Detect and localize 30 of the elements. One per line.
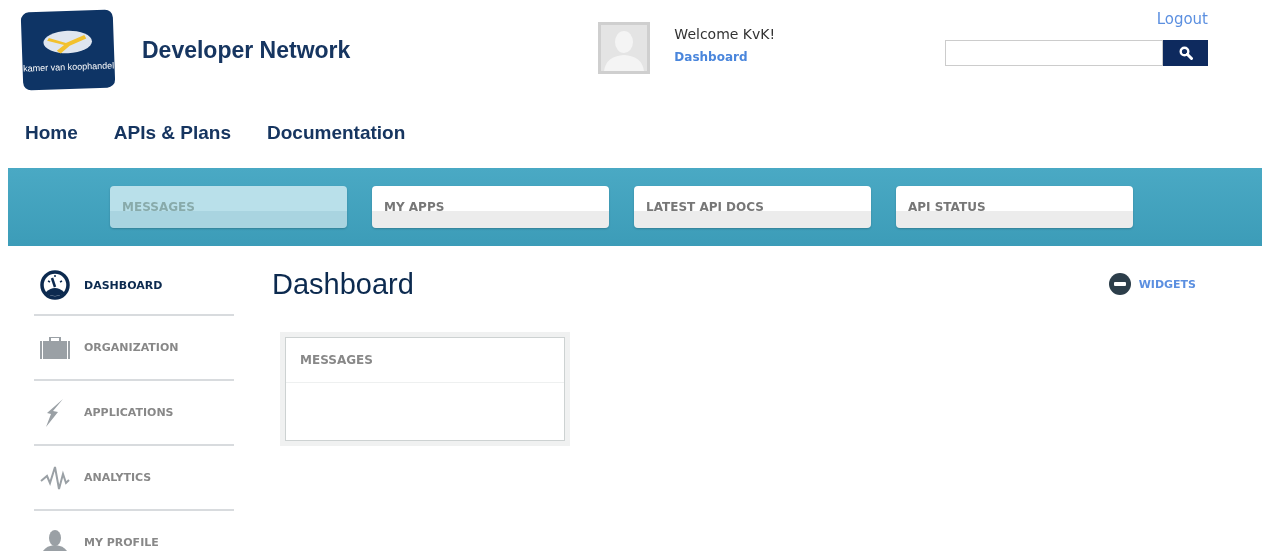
search-button[interactable]: [1163, 40, 1208, 66]
lightning-icon: [45, 398, 65, 427]
person-icon: [40, 529, 70, 551]
sidebar-item[interactable]: ORGANIZATION: [34, 316, 234, 381]
minus-icon: [1108, 273, 1131, 295]
logo-text: kamer van koophandel: [22, 60, 115, 74]
nav-link[interactable]: Documentation: [267, 122, 406, 152]
logo[interactable]: kamer van koophandel: [20, 9, 116, 91]
dashboard-link[interactable]: Dashboard: [674, 50, 776, 64]
sidebar-item[interactable]: DASHBOARD: [34, 256, 234, 316]
search-field[interactable]: [945, 40, 1163, 66]
tab[interactable]: API STATUS: [896, 186, 1133, 228]
logout-link[interactable]: Logout: [1156, 10, 1208, 28]
sidebar-item[interactable]: MY PROFILE: [34, 511, 234, 551]
briefcase-icon: [40, 336, 70, 359]
pulse-icon: [40, 464, 70, 491]
gauge-icon: [40, 270, 70, 300]
site-title: Developer Network: [142, 36, 351, 64]
nav-link[interactable]: APIs & Plans: [113, 122, 231, 152]
avatar-icon: [598, 22, 651, 74]
sidebar-item[interactable]: ANALYTICS: [34, 446, 234, 511]
widget-title: MESSAGES: [286, 338, 564, 383]
search-icon: [1178, 46, 1193, 60]
welcome-text: Welcome KvK!: [674, 26, 776, 42]
tab[interactable]: LATEST API DOCS: [634, 186, 871, 228]
tab[interactable]: MY APPS: [372, 186, 609, 228]
widgets-toggle[interactable]: WIDGETS: [1108, 273, 1196, 295]
sidebar-item[interactable]: APPLICATIONS: [34, 381, 234, 446]
nav-link[interactable]: Home: [25, 122, 78, 152]
page-title: Dashboard: [272, 267, 414, 301]
